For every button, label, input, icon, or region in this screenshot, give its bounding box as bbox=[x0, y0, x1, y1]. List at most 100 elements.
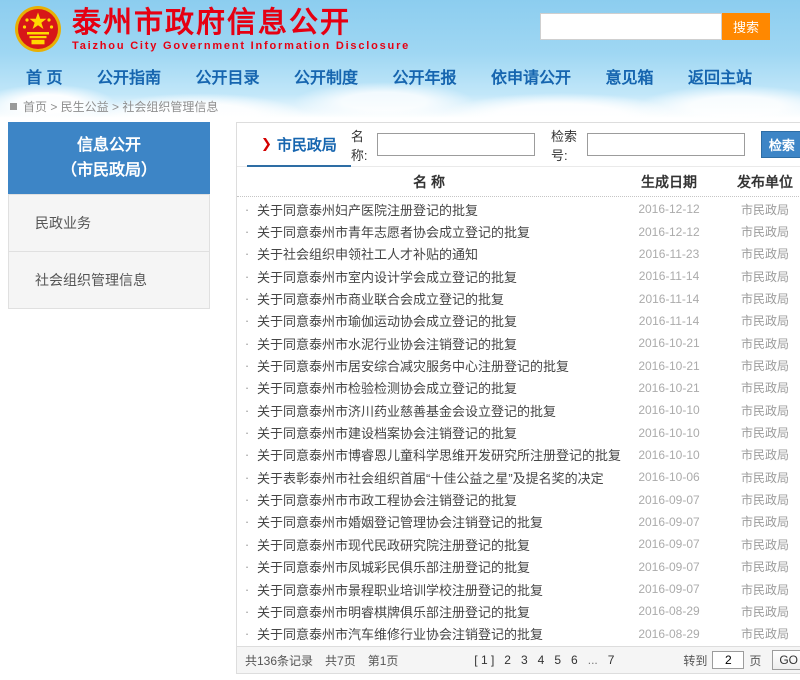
bullet-icon: · bbox=[237, 380, 257, 395]
publish-date: 2016-10-10 bbox=[621, 403, 717, 417]
page-number[interactable]: 2 bbox=[504, 653, 511, 667]
document-title-link[interactable]: 关于同意泰州市明睿棋牌俱乐部注册登记的批复 bbox=[257, 602, 621, 621]
page-number[interactable]: 6 bbox=[571, 653, 578, 667]
site-search-input[interactable] bbox=[540, 13, 722, 40]
panel-toolbar: ❯ 市民政局 名称: 检索号: 检索 bbox=[237, 123, 800, 167]
sidebar-items: 民政业务社会组织管理信息 bbox=[8, 194, 210, 309]
content: 信息公开 （市民政局） 民政业务社会组织管理信息 ❯ 市民政局 名称: 检索号:… bbox=[0, 118, 800, 674]
publish-date: 2016-11-14 bbox=[621, 314, 717, 328]
main-nav: 首 页 公开指南 公开目录 公开制度 公开年报 依申请公开 意见箱 返回主站 bbox=[0, 58, 800, 94]
breadcrumb-marker-icon bbox=[10, 103, 17, 110]
document-title-link[interactable]: 关于同意泰州市检验检测协会成立登记的批复 bbox=[257, 378, 621, 397]
page-number[interactable]: 7 bbox=[608, 653, 615, 667]
document-title-link[interactable]: 关于同意泰州市现代民政研究院注册登记的批复 bbox=[257, 535, 621, 554]
bullet-icon: · bbox=[237, 470, 257, 485]
page-ellipsis: ... bbox=[588, 653, 598, 667]
page-number[interactable]: [ 1 ] bbox=[474, 653, 494, 667]
filter-search-button[interactable]: 检索 bbox=[761, 131, 800, 158]
document-title-link[interactable]: 关于表彰泰州市社会组织首届“十佳公益之星”及提名奖的决定 bbox=[257, 468, 621, 487]
site-search-button[interactable]: 搜索 bbox=[722, 13, 770, 40]
publish-date: 2016-10-06 bbox=[621, 470, 717, 484]
document-title-link[interactable]: 关于同意泰州妇产医院注册登记的批复 bbox=[257, 200, 621, 219]
table-row: ·关于同意泰州市济川药业慈善基金会设立登记的批复2016-10-10市民政局 bbox=[237, 401, 800, 420]
document-title-link[interactable]: 关于同意泰州市博睿恩儿童科学思维开发研究所注册登记的批复 bbox=[257, 445, 621, 464]
bullet-icon: · bbox=[237, 626, 257, 641]
sidebar-header-line2: （市民政局） bbox=[8, 158, 210, 183]
pagination-summary: 共136条记录共7页第1页 bbox=[245, 652, 410, 669]
sidebar-item[interactable]: 民政业务 bbox=[8, 194, 210, 252]
main-panel: ❯ 市民政局 名称: 检索号: 检索 名 称 生成日期 发布单位 ·关于同意泰州… bbox=[236, 122, 800, 674]
page-number[interactable]: 5 bbox=[554, 653, 561, 667]
bullet-icon: · bbox=[237, 582, 257, 597]
sidebar-header-line1: 信息公开 bbox=[8, 133, 210, 158]
publish-date: 2016-12-12 bbox=[621, 202, 717, 216]
bullet-icon: · bbox=[237, 202, 257, 217]
publish-date: 2016-09-07 bbox=[621, 493, 717, 507]
document-title-link[interactable]: 关于同意泰州市建设档案协会注销登记的批复 bbox=[257, 423, 621, 442]
sidebar-item[interactable]: 社会组织管理信息 bbox=[8, 252, 210, 309]
page-number[interactable]: 3 bbox=[521, 653, 528, 667]
publish-unit: 市民政局 bbox=[717, 625, 800, 642]
column-header-name: 名 称 bbox=[237, 172, 621, 192]
table-row: ·关于同意泰州市瑜伽运动协会成立登记的批复2016-11-14市民政局 bbox=[237, 311, 800, 330]
nav-item[interactable]: 公开目录 bbox=[195, 64, 259, 88]
document-title-link[interactable]: 关于同意泰州市市政工程协会注销登记的批复 bbox=[257, 490, 621, 509]
bullet-icon: · bbox=[237, 403, 257, 418]
document-title-link[interactable]: 关于同意泰州市商业联合会成立登记的批复 bbox=[257, 289, 621, 308]
document-title-link[interactable]: 关于同意泰州市瑜伽运动协会成立登记的批复 bbox=[257, 311, 621, 330]
publish-date: 2016-11-14 bbox=[621, 292, 717, 306]
header-top: 泰州市政府信息公开 Taizhou City Government Inform… bbox=[0, 0, 800, 58]
name-filter-input[interactable] bbox=[377, 133, 535, 156]
bullet-icon: · bbox=[237, 447, 257, 462]
document-title-link[interactable]: 关于同意泰州市室内设计学会成立登记的批复 bbox=[257, 267, 621, 286]
publish-unit: 市民政局 bbox=[717, 357, 800, 374]
publish-date: 2016-10-10 bbox=[621, 426, 717, 440]
national-emblem-logo bbox=[14, 5, 62, 53]
document-title-link[interactable]: 关于同意泰州市凤城彩民俱乐部注册登记的批复 bbox=[257, 557, 621, 576]
table-row: ·关于同意泰州市建设档案协会注销登记的批复2016-10-10市民政局 bbox=[237, 423, 800, 442]
page-number[interactable]: 4 bbox=[538, 653, 545, 667]
nav-item[interactable]: 依申请公开 bbox=[491, 64, 571, 88]
bullet-icon: · bbox=[237, 246, 257, 261]
publish-unit: 市民政局 bbox=[717, 558, 800, 575]
publish-unit: 市民政局 bbox=[717, 312, 800, 329]
site-search: 搜索 bbox=[540, 13, 770, 40]
goto-page: 转到 页 GO bbox=[678, 650, 800, 670]
publish-date: 2016-09-07 bbox=[621, 515, 717, 529]
nav-item[interactable]: 公开指南 bbox=[97, 64, 161, 88]
nav-item[interactable]: 意见箱 bbox=[605, 64, 653, 88]
breadcrumb: 首页 > 民生公益 > 社会组织管理信息 bbox=[0, 94, 800, 118]
code-filter-input[interactable] bbox=[587, 133, 745, 156]
document-title-link[interactable]: 关于同意泰州市景程职业培训学校注册登记的批复 bbox=[257, 580, 621, 599]
publish-date: 2016-11-14 bbox=[621, 269, 717, 283]
go-button[interactable]: GO bbox=[772, 650, 800, 670]
table-row: ·关于同意泰州市水泥行业协会注销登记的批复2016-10-21市民政局 bbox=[237, 334, 800, 353]
column-header-date: 生成日期 bbox=[621, 172, 717, 192]
nav-item[interactable]: 首 页 bbox=[26, 64, 62, 88]
document-title-link[interactable]: 关于同意泰州市水泥行业协会注销登记的批复 bbox=[257, 334, 621, 353]
publish-unit: 市民政局 bbox=[717, 581, 800, 598]
nav-item[interactable]: 公开年报 bbox=[392, 64, 456, 88]
publish-date: 2016-12-12 bbox=[621, 225, 717, 239]
bullet-icon: · bbox=[237, 336, 257, 351]
goto-page-input[interactable] bbox=[712, 651, 744, 669]
code-filter-label: 检索号: bbox=[551, 126, 583, 164]
table-row: ·关于同意泰州市青年志愿者协会成立登记的批复2016-12-12市民政局 bbox=[237, 222, 800, 241]
table-header-row: 名 称 生成日期 发布单位 bbox=[237, 167, 800, 197]
publish-unit: 市民政局 bbox=[717, 290, 800, 307]
goto-label: 转到 bbox=[683, 652, 707, 669]
document-title-link[interactable]: 关于同意泰州市汽车维修行业协会注销登记的批复 bbox=[257, 624, 621, 643]
document-title-link[interactable]: 关于同意泰州市济川药业慈善基金会设立登记的批复 bbox=[257, 401, 621, 420]
nav-item[interactable]: 公开制度 bbox=[294, 64, 358, 88]
document-title-link[interactable]: 关于社会组织申领社工人才补贴的通知 bbox=[257, 244, 621, 263]
nav-item[interactable]: 返回主站 bbox=[688, 64, 752, 88]
publish-unit: 市民政局 bbox=[717, 603, 800, 620]
publish-unit: 市民政局 bbox=[717, 536, 800, 553]
document-title-link[interactable]: 关于同意泰州市青年志愿者协会成立登记的批复 bbox=[257, 222, 621, 241]
bullet-icon: · bbox=[237, 291, 257, 306]
tab-civil-affairs-bureau[interactable]: ❯ 市民政局 bbox=[247, 123, 351, 167]
document-title-link[interactable]: 关于同意泰州市婚姻登记管理协会注销登记的批复 bbox=[257, 512, 621, 531]
document-title-link[interactable]: 关于同意泰州市居安综合减灾服务中心注册登记的批复 bbox=[257, 356, 621, 375]
site-title: 泰州市政府信息公开 bbox=[72, 7, 410, 39]
column-header-unit: 发布单位 bbox=[717, 172, 800, 192]
